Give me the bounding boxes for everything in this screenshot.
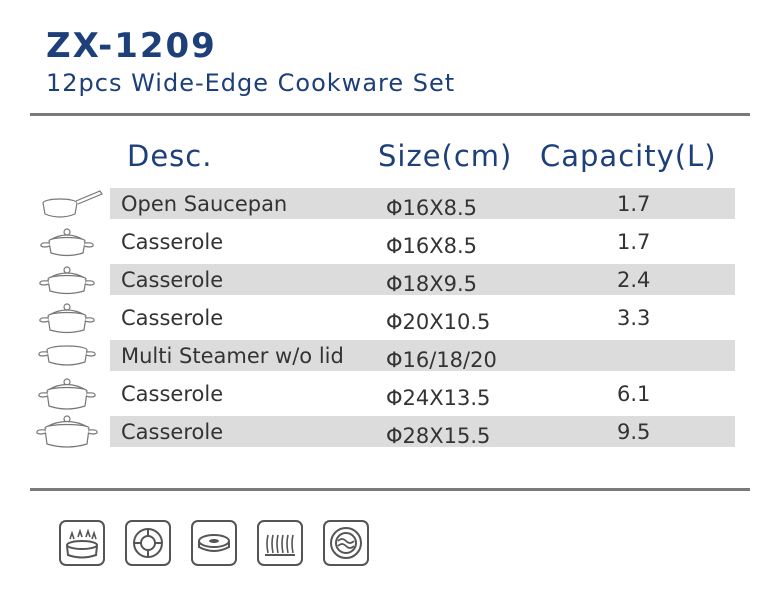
row-size: Φ28X15.5 xyxy=(386,424,491,448)
row-size: Φ18X9.5 xyxy=(386,272,478,296)
table-row: Casserole Φ24X13.5 6.1 xyxy=(0,376,784,414)
steamer-icon xyxy=(38,345,96,366)
row-capacity: 9.5 xyxy=(617,420,651,444)
saucepan-icon xyxy=(42,190,103,218)
casserole-icon xyxy=(36,415,98,448)
casserole-icon xyxy=(40,228,94,257)
model-number: ZX-1209 xyxy=(46,26,217,66)
top-divider xyxy=(30,113,750,116)
row-size: Φ24X13.5 xyxy=(386,386,491,410)
row-size: Φ16X8.5 xyxy=(386,196,478,220)
halogen-hob-icon xyxy=(257,520,303,566)
column-header-capacity: Capacity(L) xyxy=(540,139,717,173)
row-capacity: 1.7 xyxy=(617,192,651,216)
row-desc: Casserole xyxy=(121,306,224,330)
column-header-size: Size(cm) xyxy=(378,139,513,173)
row-size: Φ20X10.5 xyxy=(386,310,491,334)
gas-stove-icon xyxy=(59,520,105,566)
casserole-icon xyxy=(38,378,96,410)
hob-compatibility-icons xyxy=(58,519,378,571)
row-size: Φ16X8.5 xyxy=(386,234,478,258)
row-desc: Casserole xyxy=(121,268,224,292)
table-row: Casserole Φ28X15.5 9.5 xyxy=(0,414,784,452)
ceramic-hob-icon xyxy=(191,520,237,566)
induction-icon xyxy=(323,520,369,566)
casserole-icon xyxy=(39,303,95,334)
column-header-desc: Desc. xyxy=(127,139,213,173)
bottom-divider xyxy=(30,488,750,491)
product-subtitle: 12pcs Wide-Edge Cookware Set xyxy=(46,69,456,97)
table-row: Open Saucepan Φ16X8.5 1.7 xyxy=(0,186,784,224)
row-capacity: 6.1 xyxy=(617,382,651,406)
table-row: Casserole Φ18X9.5 2.4 xyxy=(0,262,784,300)
row-desc: Casserole xyxy=(121,420,224,444)
row-desc: Casserole xyxy=(121,382,224,406)
row-desc: Casserole xyxy=(121,230,224,254)
table-row: Multi Steamer w/o lid Φ16/18/20 xyxy=(0,338,784,376)
casserole-icon xyxy=(39,266,95,295)
row-capacity: 3.3 xyxy=(617,306,651,330)
electric-hob-icon xyxy=(125,520,171,566)
row-desc: Multi Steamer w/o lid xyxy=(121,344,344,368)
table-row: Casserole Φ16X8.5 1.7 xyxy=(0,224,784,262)
row-size: Φ16/18/20 xyxy=(386,348,497,372)
table-row: Casserole Φ20X10.5 3.3 xyxy=(0,300,784,338)
row-desc: Open Saucepan xyxy=(121,192,288,216)
row-capacity: 2.4 xyxy=(617,268,651,292)
row-capacity: 1.7 xyxy=(617,230,651,254)
